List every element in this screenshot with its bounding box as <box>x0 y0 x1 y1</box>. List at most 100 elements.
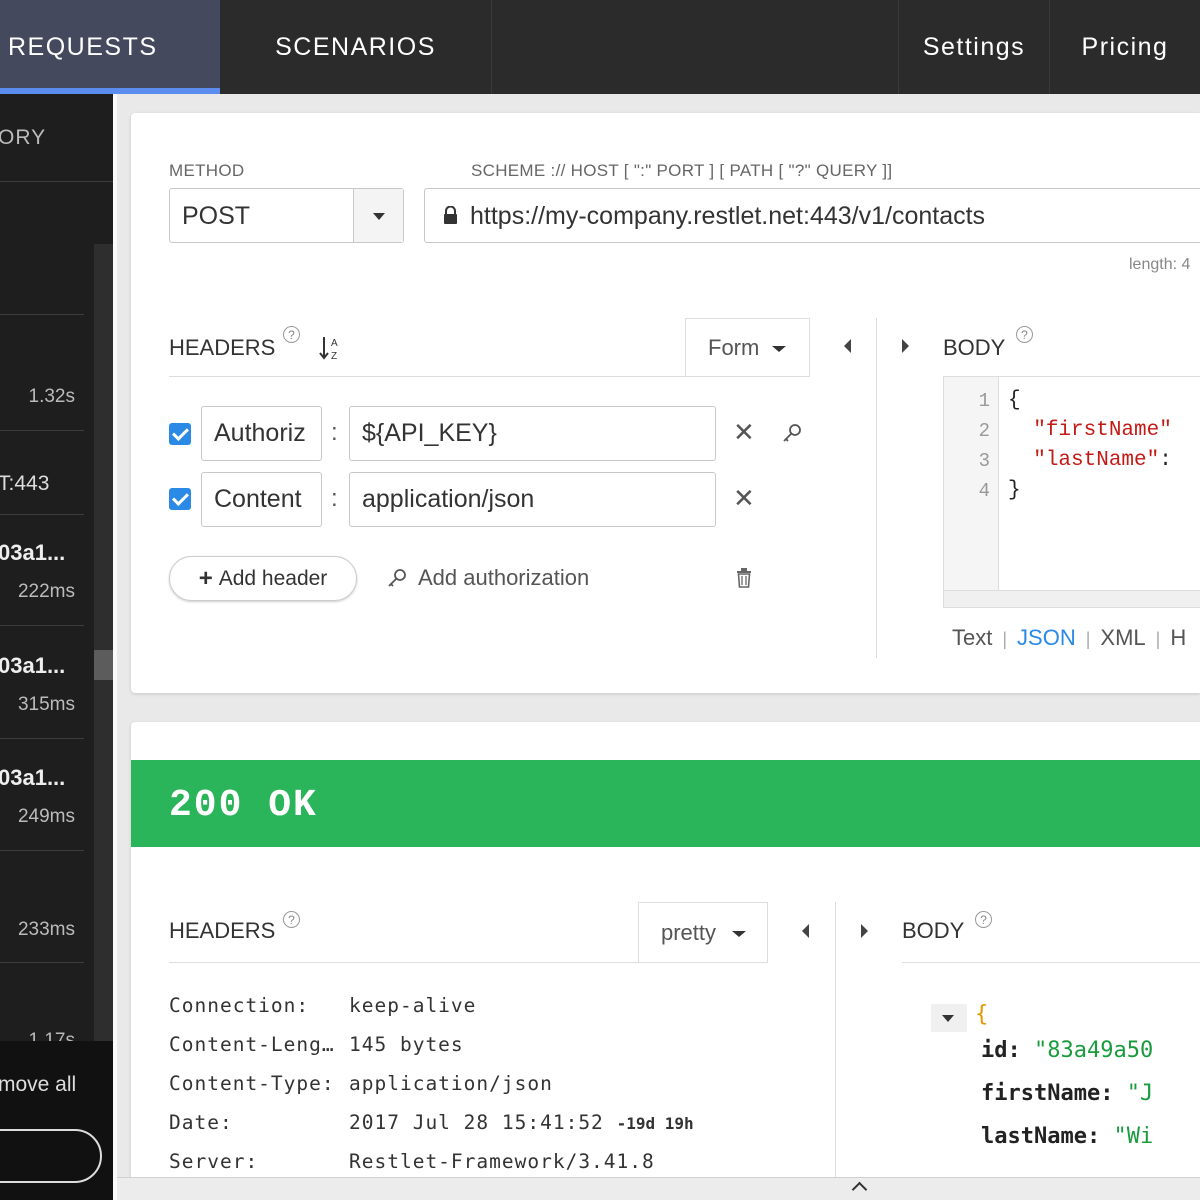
collapse-toggle[interactable] <box>931 1004 967 1032</box>
response-header-name: Connection: <box>169 994 310 1017</box>
plus-icon: + <box>198 564 213 592</box>
history-item-name[interactable]: 03a1... <box>0 653 65 679</box>
history-item-time[interactable]: 222ms <box>18 581 75 603</box>
header-name-input[interactable]: Content <box>201 472 322 527</box>
header-enabled-checkbox[interactable] <box>169 423 191 445</box>
remove-all-button[interactable]: move all <box>0 1073 76 1097</box>
json-key: firstName: <box>981 1081 1114 1106</box>
request-body-label: BODY <box>943 335 1006 360</box>
method-label: METHOD <box>169 161 245 180</box>
code-line: } <box>1008 479 1021 502</box>
history-item-time[interactable]: 315ms <box>18 694 75 716</box>
history-item-name[interactable]: 03a1... <box>0 765 65 791</box>
history-sidebar: ORY 1.32s T:443 03a1... 222ms 03a1... 31… <box>0 94 113 1200</box>
sort-alpha-icon[interactable]: A Z <box>319 335 343 361</box>
divider <box>0 181 113 182</box>
history-item-time[interactable]: 233ms <box>18 919 75 941</box>
header-name-value: Content <box>214 485 302 513</box>
divider <box>0 625 84 626</box>
settings-link[interactable]: Settings <box>898 0 1050 94</box>
header-name-input[interactable]: Authoriz <box>201 406 322 461</box>
panel-splitter[interactable] <box>835 902 836 1200</box>
sidebar-footer: move all <box>0 1041 113 1200</box>
lock-icon <box>444 206 457 224</box>
body-editor[interactable]: 1 2 3 4 { "firstName" "lastName": } <box>943 376 1200 608</box>
collapse-left-icon[interactable] <box>844 339 851 353</box>
sidebar-action-button[interactable] <box>0 1129 102 1183</box>
response-header-value: Restlet-Framework/3.41.8 <box>349 1150 655 1173</box>
svg-text:Z: Z <box>331 351 337 361</box>
format-text-tab[interactable]: Text <box>952 625 992 650</box>
caret-down-icon <box>373 213 385 220</box>
json-punct: : <box>1159 449 1172 472</box>
tab-scenarios-label: SCENARIOS <box>275 32 436 61</box>
request-headers-label: HEADERS <box>169 335 276 360</box>
tab-scenarios[interactable]: SCENARIOS <box>220 0 492 94</box>
separator: | <box>1155 629 1161 649</box>
headers-mode-value: pretty <box>661 919 717 945</box>
help-icon[interactable]: ? <box>1016 326 1033 343</box>
header-enabled-checkbox[interactable] <box>169 488 191 510</box>
history-item-time[interactable]: 1.32s <box>29 386 75 408</box>
collapse-left-icon[interactable] <box>802 924 809 938</box>
editor-scrollbar[interactable] <box>944 590 1200 607</box>
line-number: 2 <box>978 420 990 442</box>
remove-header-icon[interactable]: ✕ <box>733 483 755 514</box>
method-select[interactable]: POST <box>169 188 404 243</box>
header-name-value: Authoriz <box>214 419 306 447</box>
history-item-host[interactable]: T:443 <box>0 472 49 496</box>
sidebar-splitter[interactable] <box>113 94 117 1200</box>
separator: | <box>1085 629 1091 649</box>
response-headers-label: HEADERS <box>169 918 276 943</box>
header-value-value: ${API_KEY} <box>362 419 497 447</box>
expand-right-icon[interactable] <box>902 339 909 353</box>
sidebar-scrollbar[interactable] <box>94 244 113 1139</box>
history-item-name[interactable]: 03a1... <box>0 540 65 566</box>
add-authorization-label: Add authorization <box>418 565 590 590</box>
json-field: lastName: "Wi <box>981 1124 1153 1149</box>
line-number: 3 <box>978 450 990 472</box>
format-html-tab[interactable]: H <box>1170 625 1186 650</box>
code-line: { <box>1008 389 1021 412</box>
panel-splitter[interactable] <box>876 318 877 658</box>
pricing-label: Pricing <box>1081 32 1169 61</box>
response-headers-mode-dropdown[interactable]: pretty <box>638 902 768 962</box>
response-body-label: BODY <box>902 918 965 943</box>
json-key: id: <box>981 1038 1021 1063</box>
response-header-value: keep-alive <box>349 994 477 1017</box>
top-navigation: REQUESTS SCENARIOS Settings Pricing <box>0 0 1200 94</box>
divider <box>0 514 84 515</box>
caret-down-icon <box>732 931 746 937</box>
tab-requests-label: REQUESTS <box>8 32 158 61</box>
help-icon[interactable]: ? <box>283 326 300 343</box>
divider <box>169 376 810 377</box>
response-header-name: Server: <box>169 1150 259 1173</box>
remove-header-icon[interactable]: ✕ <box>733 417 755 448</box>
header-value-input[interactable]: application/json <box>349 472 716 527</box>
expand-right-icon[interactable] <box>861 924 868 938</box>
bottom-toolbar <box>117 1177 1200 1200</box>
method-dropdown-toggle[interactable] <box>353 189 403 242</box>
key-icon[interactable] <box>781 422 803 444</box>
add-header-button[interactable]: + Add header <box>169 556 357 601</box>
format-json-tab[interactable]: JSON <box>1017 625 1076 650</box>
headers-mode-dropdown[interactable]: Form <box>685 318 810 376</box>
json-key: "lastName" <box>1033 449 1160 472</box>
date-value: 2017 Jul 28 15:41:52 <box>349 1111 604 1134</box>
help-icon[interactable]: ? <box>283 911 300 928</box>
json-value: "Wi <box>1113 1124 1154 1149</box>
trash-icon[interactable] <box>736 568 752 588</box>
header-value-value: application/json <box>362 485 535 513</box>
history-item-time[interactable]: 249ms <box>18 806 75 828</box>
format-xml-tab[interactable]: XML <box>1100 625 1145 650</box>
pricing-link[interactable]: Pricing <box>1050 0 1200 94</box>
url-input[interactable]: https://my-company.restlet.net:443/v1/co… <box>424 188 1200 243</box>
add-authorization-button[interactable]: Add authorization <box>386 565 589 591</box>
status-text: 200 OK <box>169 784 318 827</box>
sidebar-scroll-thumb[interactable] <box>94 650 113 680</box>
url-length: length: 4 <box>1129 256 1191 273</box>
chevron-up-icon[interactable] <box>851 1181 868 1198</box>
tab-requests[interactable]: REQUESTS <box>0 0 220 94</box>
help-icon[interactable]: ? <box>975 911 992 928</box>
header-value-input[interactable]: ${API_KEY} <box>349 406 716 461</box>
